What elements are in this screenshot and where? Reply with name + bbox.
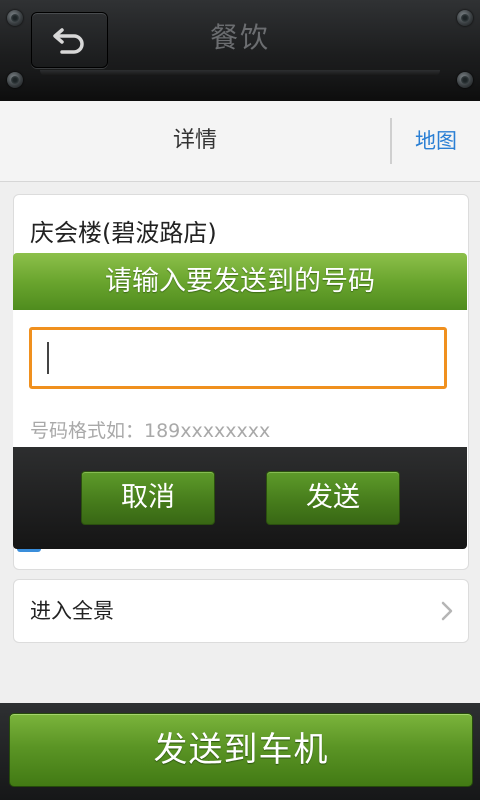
send-button[interactable]: 发送 (266, 471, 400, 525)
tab-map[interactable]: 地图 (392, 101, 480, 181)
tab-detail[interactable]: 详情 (0, 101, 390, 181)
phone-number-input[interactable] (29, 327, 447, 389)
send-to-car-button[interactable]: 发送到车机 (9, 713, 473, 787)
title-bar-ridge (40, 70, 440, 76)
panorama-row[interactable]: 进入全景 (13, 579, 469, 643)
send-number-dialog: 请输入要发送到的号码 号码格式如：189xxxxxxxx 取消 发送 (13, 253, 467, 549)
dialog-footer: 取消 发送 (13, 447, 467, 549)
screw-icon (7, 72, 23, 88)
tab-row: 详情 地图 (0, 101, 480, 182)
dialog-title: 请输入要发送到的号码 (13, 253, 467, 310)
cancel-button[interactable]: 取消 (81, 471, 215, 525)
page-title: 餐饮 (209, 21, 270, 54)
bottom-bar: 发送到车机 (0, 703, 480, 800)
chevron-right-icon (441, 601, 453, 621)
phone-format-hint: 号码格式如：189xxxxxxxx (30, 420, 271, 442)
title-bar: 餐饮 (0, 0, 480, 102)
place-name: 庆会楼(碧波路店) (30, 219, 217, 247)
panorama-label: 进入全景 (30, 599, 114, 623)
screw-icon (457, 72, 473, 88)
text-caret (47, 342, 49, 374)
dialog-body: 号码格式如：189xxxxxxxx (13, 310, 467, 447)
